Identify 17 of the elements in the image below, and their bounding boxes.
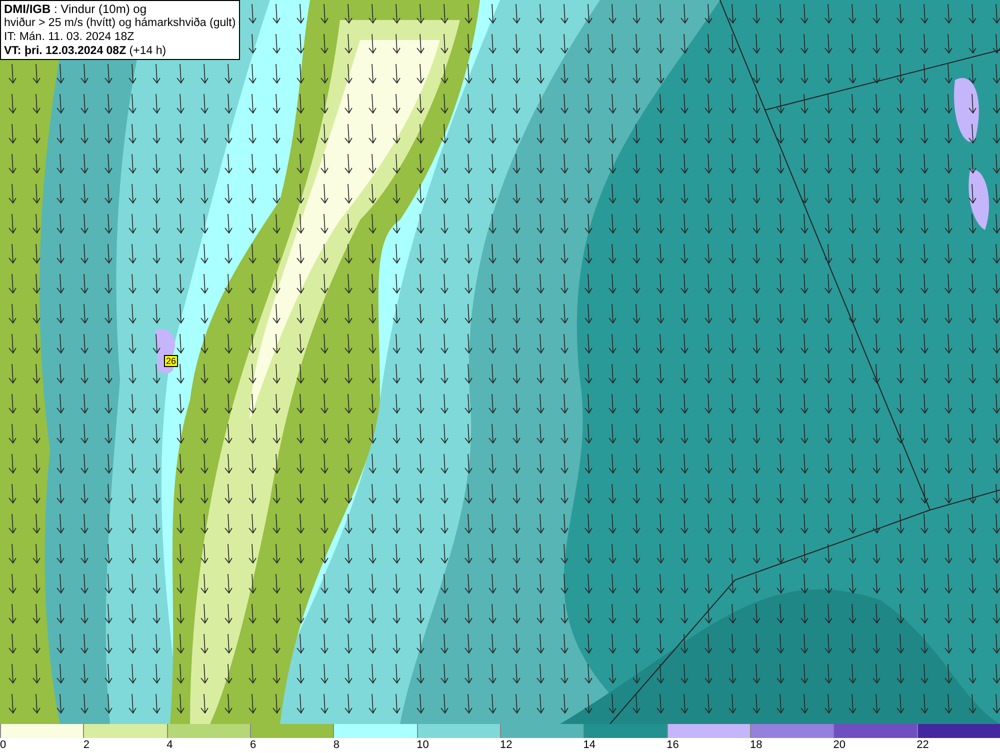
legend-label: 22	[916, 738, 930, 752]
legend-label: 0	[0, 738, 8, 752]
gust-value-label: 26	[164, 355, 178, 367]
info-text: IT: Mán. 11. 03. 2024 18Z	[4, 30, 136, 44]
legend-label: 10	[416, 738, 430, 752]
legend-label: 18	[750, 738, 764, 752]
legend-label: 16	[666, 738, 680, 752]
legend-label: 6	[250, 738, 258, 752]
legend-label: 20	[833, 738, 847, 752]
legend-label: 14	[583, 738, 597, 752]
legend-label: 2	[83, 738, 90, 752]
info-text: hviður > 25 m/s (hvítt) og hámarkshviða (gult)	[4, 16, 236, 30]
legend-label: 12	[500, 738, 514, 752]
info-text: VT: þri. 12.03.2024 08Z (+14 h)	[4, 44, 168, 58]
legend-label: 8	[333, 738, 340, 752]
legend-label: 4	[166, 738, 174, 752]
info-text: DMI/IGB : Vindur (10m) og	[4, 2, 148, 16]
